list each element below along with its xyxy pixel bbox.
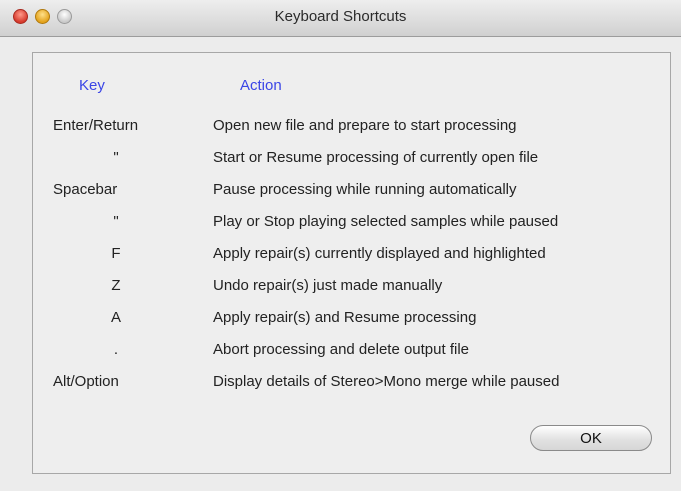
shortcut-key: ": [113, 149, 119, 166]
title-bar: Keyboard Shortcuts: [0, 0, 681, 37]
shortcut-key: A: [110, 309, 121, 326]
table-row: Alt/Option Display details of Stereo>Mon…: [33, 373, 670, 401]
key-column-header: Key: [79, 77, 105, 94]
shortcut-key: Spacebar: [53, 181, 118, 198]
table-row: " Start or Resume processing of currentl…: [33, 149, 670, 177]
keyboard-shortcuts-window: Keyboard Shortcuts Key Action Enter/Retu…: [0, 0, 681, 491]
shortcut-action: Open new file and prepare to start proce…: [213, 117, 517, 134]
shortcut-key: .: [113, 341, 119, 358]
action-column-header: Action: [240, 77, 282, 94]
table-row: F Apply repair(s) currently displayed an…: [33, 245, 670, 273]
table-row: Z Undo repair(s) just made manually: [33, 277, 670, 305]
table-row: Spacebar Pause processing while running …: [33, 181, 670, 209]
shortcut-action: Apply repair(s) currently displayed and …: [213, 245, 546, 262]
table-row: Enter/Return Open new file and prepare t…: [33, 117, 670, 145]
shortcuts-panel: Key Action Enter/Return Open new file an…: [32, 52, 671, 474]
shortcut-key: F: [111, 245, 121, 262]
ok-button[interactable]: OK: [530, 425, 652, 451]
shortcut-action: Start or Resume processing of currently …: [213, 149, 539, 166]
shortcut-action: Undo repair(s) just made manually: [213, 277, 443, 294]
shortcut-key: Alt/Option: [53, 373, 119, 390]
table-row: A Apply repair(s) and Resume processing: [33, 309, 670, 337]
table-row: " Play or Stop playing selected samples …: [33, 213, 670, 241]
shortcut-key: ": [113, 213, 119, 230]
shortcut-key: Enter/Return: [53, 117, 139, 134]
shortcut-action: Apply repair(s) and Resume processing: [213, 309, 477, 326]
shortcut-action: Display details of Stereo>Mono merge whi…: [213, 373, 560, 390]
shortcut-action: Play or Stop playing selected samples wh…: [213, 213, 559, 230]
table-row: . Abort processing and delete output fil…: [33, 341, 670, 369]
shortcut-key: Z: [111, 277, 121, 294]
shortcut-action: Abort processing and delete output file: [213, 341, 470, 358]
shortcut-action: Pause processing while running automatic…: [213, 181, 517, 198]
window-title: Keyboard Shortcuts: [274, 8, 407, 25]
